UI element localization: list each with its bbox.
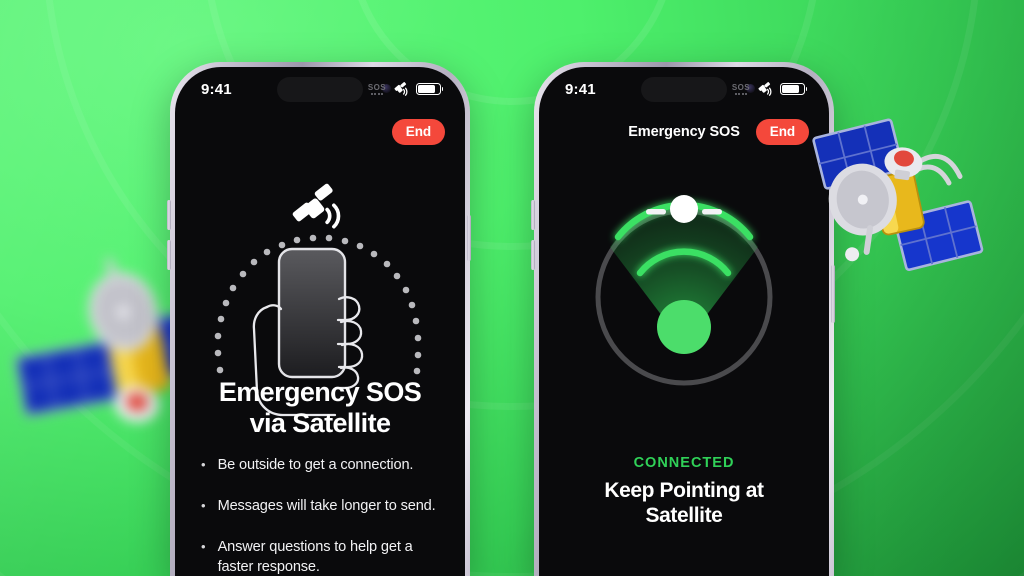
instruction-line-1: Keep Pointing at (604, 479, 764, 502)
nav-bar-right: Emergency SOS End (539, 114, 829, 150)
battery-icon (416, 83, 444, 95)
instruction-line-2: Satellite (645, 504, 723, 528)
nav-title-right: Emergency SOS (628, 124, 740, 140)
sos-icon: SOS (731, 82, 750, 95)
satellite-pointing-radar (574, 185, 794, 405)
list-item: • Be outside to get a connection. (201, 455, 449, 475)
status-icons: SOS (367, 82, 444, 96)
sos-icon: SOS (367, 82, 386, 95)
phone-outline-illustration (277, 247, 347, 379)
bullet-dot-icon: • (201, 539, 206, 554)
headline-line-1: Emergency SOS (218, 377, 422, 407)
phone-left-screen: 9:41 SOS End Emergency SOS via Satellite… (175, 67, 465, 576)
power-button-right[interactable] (831, 265, 835, 323)
satellite-icon (292, 183, 341, 229)
sos-icon-label: SOS (367, 82, 386, 92)
satellite-connection-icon (394, 82, 408, 96)
tips-list: • Be outside to get a connection. • Mess… (201, 455, 449, 576)
status-bar-left: 9:41 SOS (175, 67, 465, 111)
end-button-right[interactable]: End (755, 119, 809, 145)
bullet-dot-icon: • (201, 498, 206, 513)
status-badge: CONNECTED (633, 455, 735, 471)
bullet-dot-icon: • (201, 457, 206, 472)
sos-icon-label: SOS (731, 82, 750, 92)
end-button-left[interactable]: End (391, 119, 445, 145)
satellite-connection-icon (758, 82, 772, 96)
status-time: 9:41 (201, 80, 232, 98)
list-item-label: Answer questions to help get a faster re… (217, 539, 413, 575)
volume-up-button-right[interactable] (531, 200, 535, 230)
volume-down-button-right[interactable] (531, 240, 535, 270)
status-time: 9:41 (565, 80, 596, 98)
radar-satellite-dot (670, 195, 698, 223)
battery-icon (780, 83, 808, 95)
radar-center-dot (657, 300, 711, 354)
volume-down-button[interactable] (167, 240, 171, 270)
volume-up-button[interactable] (167, 200, 171, 230)
headline-line-2: via Satellite (249, 407, 391, 438)
list-item: • Messages will take longer to send. (201, 496, 449, 516)
list-item: • Answer questions to help get a faster … (201, 537, 449, 576)
list-item-label: Messages will take longer to send. (217, 498, 436, 514)
page-title-left: Emergency SOS via Satellite (175, 377, 465, 439)
status-icons: SOS (731, 82, 808, 96)
power-button[interactable] (467, 215, 471, 261)
status-bar-right: 9:41 SOS (539, 67, 829, 111)
list-item-label: Be outside to get a connection. (217, 457, 414, 473)
phone-right-screen: 9:41 SOS Emergency SOS End CONNECTED Kee… (539, 67, 829, 576)
page-title-right: Keep Pointing at Satellite (539, 478, 829, 528)
